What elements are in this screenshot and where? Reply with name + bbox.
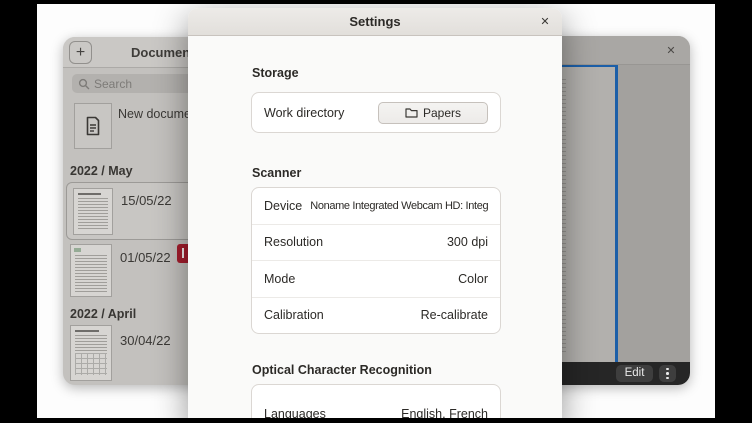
group-heading: 2022 / April [70, 307, 136, 321]
kebab-icon [666, 368, 669, 371]
storage-heading: Storage [252, 66, 299, 80]
ocr-heading: Optical Character Recognition [252, 363, 432, 377]
scanner-card: Device Noname Integrated Webcam HD: Inte… [251, 187, 501, 334]
calibration-label: Calibration [264, 308, 324, 322]
new-document-button[interactable]: + [69, 41, 92, 64]
folder-icon [405, 107, 418, 118]
close-button[interactable]: ✕ [662, 42, 680, 60]
resolution-row[interactable]: Resolution 300 dpi [252, 224, 500, 261]
work-directory-button[interactable]: Papers [378, 102, 488, 124]
document-icon [85, 116, 101, 136]
menu-button[interactable] [659, 365, 676, 382]
storage-card: Work directory Papers [251, 92, 501, 133]
device-value: Noname Integrated Webcam HD: Integrate [302, 200, 488, 212]
document-thumbnail [70, 244, 112, 297]
work-directory-button-label: Papers [423, 106, 461, 120]
screen: + Documents New document 2022 / Ma [0, 0, 752, 423]
work-directory-label: Work directory [264, 106, 344, 120]
settings-title: Settings [188, 8, 562, 36]
document-date: 30/04/22 [120, 333, 171, 348]
settings-dialog: Settings ✕ Storage Work directory Papers… [188, 8, 562, 423]
device-label: Device [264, 199, 302, 213]
work-directory-row: Work directory Papers [252, 93, 500, 132]
mode-value: Color [295, 272, 488, 286]
document-thumbnail [70, 325, 112, 381]
settings-body: Storage Work directory Papers Scanner De… [188, 36, 562, 423]
device-row[interactable]: Device Noname Integrated Webcam HD: Inte… [252, 188, 500, 224]
edit-button[interactable]: Edit [616, 365, 653, 382]
calibration-value: Re-calibrate [324, 308, 488, 322]
letterbox-left [0, 0, 37, 423]
settings-headerbar: Settings ✕ [188, 8, 562, 36]
document-item[interactable]: 30/04/22 [70, 324, 200, 382]
letterbox-right [715, 0, 752, 423]
plus-icon: + [76, 44, 85, 61]
mode-row[interactable]: Mode Color [252, 260, 500, 297]
document-date: 15/05/22 [121, 193, 172, 208]
calibration-row[interactable]: Calibration Re-calibrate [252, 297, 500, 334]
letterbox-bottom [0, 418, 752, 423]
document-date: 01/05/22 [120, 250, 171, 265]
resolution-value: 300 dpi [323, 235, 488, 249]
new-document-thumbnail [74, 103, 112, 149]
resolution-label: Resolution [264, 235, 323, 249]
document-item[interactable]: 01/05/22 [70, 243, 200, 300]
group-heading: 2022 / May [70, 164, 133, 178]
document-thumbnail [73, 188, 113, 235]
search-icon [78, 78, 90, 90]
letterbox-top [0, 0, 752, 4]
mode-label: Mode [264, 272, 295, 286]
scanner-heading: Scanner [252, 166, 301, 180]
close-button[interactable]: ✕ [536, 13, 554, 31]
